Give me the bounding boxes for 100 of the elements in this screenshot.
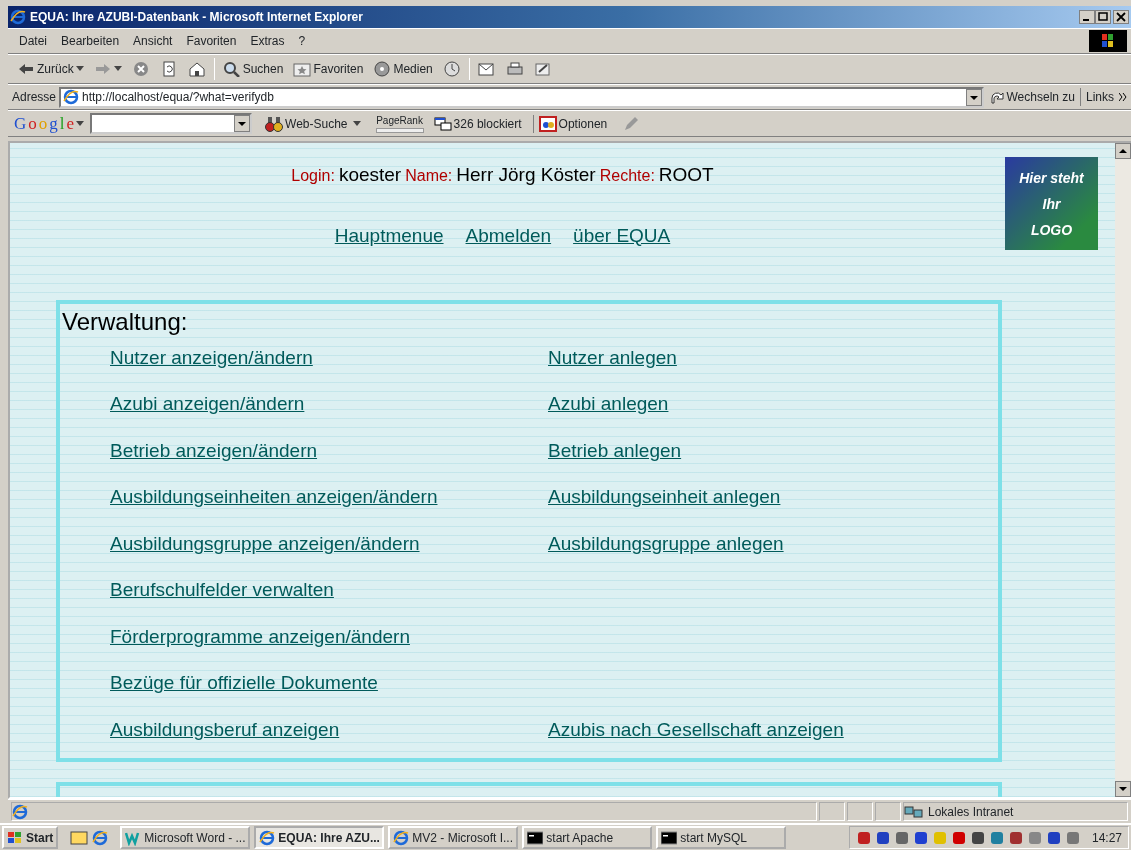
menu-item[interactable]: Bearbeiten <box>54 32 127 50</box>
nav-link[interactable]: über EQUA <box>573 221 671 250</box>
web-search-button[interactable]: Web-Suche <box>260 114 353 133</box>
tray-icon[interactable] <box>1064 829 1081 846</box>
tray-icon[interactable] <box>988 829 1005 846</box>
menu-item[interactable]: Extras <box>243 32 292 50</box>
menu-link[interactable]: Ausbildungsgruppe anlegen <box>548 529 784 559</box>
tray-icon[interactable] <box>950 829 967 846</box>
browser-icon <box>10 9 26 25</box>
field-label: Login: <box>291 166 335 186</box>
menu-link[interactable]: Berufschulfelder verwalten <box>110 576 548 605</box>
favorites-button[interactable]: Favoriten <box>288 60 369 78</box>
tray-icon[interactable] <box>893 829 910 846</box>
pagerank-meter: PageRank <box>370 114 429 133</box>
field-label: Rechte: <box>599 166 655 186</box>
menu-link[interactable]: Nutzer anlegen <box>548 343 677 373</box>
menu-link[interactable]: Förderprogramme anzeigen/ändern <box>110 622 548 652</box>
menu-item[interactable]: ? <box>291 32 313 50</box>
browser-icon[interactable] <box>92 829 109 846</box>
clock-icon[interactable] <box>442 61 461 77</box>
scroll-down-icon[interactable] <box>1115 781 1131 797</box>
menu-link[interactable]: Ausbildungseinheit anlegen <box>548 483 781 512</box>
browser-icon <box>393 829 410 846</box>
clock: 14:27 <box>1091 829 1122 847</box>
intranet-icon <box>904 803 924 820</box>
taskbar-button[interactable]: Microsoft Word - ... <box>120 826 251 849</box>
binoculars-icon <box>265 115 284 132</box>
home-icon[interactable] <box>187 61 206 77</box>
menu-link[interactable]: Azubis nach Gesellschaft anzeigen <box>548 715 844 745</box>
menu-link[interactable]: Ausbildungsgruppe anzeigen/ändern <box>110 529 548 559</box>
scrollbar[interactable] <box>1115 143 1131 797</box>
menu-link[interactable]: Azubi anlegen <box>548 390 669 419</box>
status-panel <box>875 802 901 821</box>
options-icon <box>538 115 557 132</box>
tray-icon[interactable] <box>855 829 872 846</box>
tray-icon[interactable] <box>1045 829 1062 846</box>
window-title: EQUA: Ihre AZUBI-Datenbank - Microsoft Internet Explorer <box>30 9 364 26</box>
nav-link[interactable]: Hauptmenue <box>334 221 444 250</box>
printer-icon[interactable] <box>505 61 524 77</box>
taskbar-button[interactable]: EQUA: Ihre AZU... <box>254 826 385 849</box>
minimize-icon[interactable] <box>1079 10 1095 24</box>
caret-icon[interactable] <box>113 66 122 72</box>
magnifier-icon <box>222 61 241 77</box>
menu-link[interactable]: Betrieb anlegen <box>548 436 682 466</box>
zone-label: Lokales Intranet <box>928 803 1014 821</box>
envelope-icon[interactable] <box>477 61 496 77</box>
popup-blocker-button[interactable]: 326 blockiert <box>428 114 527 133</box>
links-button[interactable]: Links <box>1080 88 1119 106</box>
go-button[interactable]: Wechseln zu <box>983 88 1080 106</box>
tray-icon[interactable] <box>969 829 986 846</box>
tray-icon[interactable] <box>912 829 929 846</box>
browser-icon <box>259 829 276 846</box>
caret-icon[interactable] <box>352 120 361 127</box>
start-button[interactable]: Start <box>2 826 59 849</box>
caret-icon[interactable] <box>75 66 84 72</box>
menu-link[interactable]: Nutzer anzeigen/ändern <box>110 343 548 373</box>
tray-icon[interactable] <box>1007 829 1024 846</box>
close-icon[interactable] <box>1113 10 1129 24</box>
back-button[interactable]: Zurück <box>12 60 89 78</box>
address-field[interactable]: http://localhost/equa/?what=verifydb <box>59 86 984 108</box>
windows-flag-icon <box>1089 30 1127 52</box>
back-arrow-icon <box>17 61 35 77</box>
menu-link[interactable]: Betrieb anzeigen/ändern <box>110 436 548 466</box>
status-panel <box>819 802 845 821</box>
options-button[interactable]: Optionen <box>532 114 613 133</box>
menu-item[interactable]: Favoriten <box>179 32 244 50</box>
stop-icon[interactable] <box>131 61 150 77</box>
menu-link[interactable]: Ausbildungsberuf anzeigen <box>110 715 548 745</box>
menu-link[interactable]: Azubi anzeigen/ändern <box>110 390 548 419</box>
status-panel <box>847 802 873 821</box>
menu-item[interactable]: Datei <box>12 32 54 50</box>
document-edit-icon[interactable] <box>533 61 552 77</box>
nav-link[interactable]: Abmelden <box>465 221 552 250</box>
menu-link[interactable]: Bezüge für offizielle Dokumente <box>110 669 548 698</box>
windows-flag-icon <box>7 830 23 845</box>
media-button[interactable]: Medien <box>368 60 438 78</box>
field-value: ROOT <box>658 163 714 187</box>
taskbar-button[interactable]: start Apache <box>522 826 653 849</box>
search-button[interactable]: Suchen <box>217 60 289 78</box>
field-value: koester <box>338 163 402 187</box>
console-icon <box>527 829 544 846</box>
go-arrow-icon <box>988 89 1005 105</box>
menu-link[interactable]: Ausbildungseinheiten anzeigen/ändern <box>110 483 548 512</box>
maximize-icon[interactable] <box>1095 10 1111 24</box>
taskbar-button[interactable]: MV2 - Microsoft I... <box>388 826 519 849</box>
tray-icon[interactable] <box>874 829 891 846</box>
address-label: Adresse <box>12 89 57 106</box>
search-field[interactable] <box>90 113 253 134</box>
chevron-icon[interactable] <box>1119 93 1127 101</box>
field-label: Name: <box>405 166 453 186</box>
star-folder-icon <box>293 61 312 77</box>
logo-badge: Hier steht Ihr LOGO <box>1005 157 1098 250</box>
console-icon <box>661 829 678 846</box>
scroll-up-icon[interactable] <box>1115 143 1131 159</box>
film-reel-icon <box>373 61 392 77</box>
taskbar-button[interactable]: start MySQL <box>656 826 787 849</box>
caret-icon[interactable] <box>76 120 85 127</box>
google-logo[interactable]: Google <box>12 110 77 137</box>
menu-item[interactable]: Ansicht <box>126 32 180 50</box>
field-value: Herr Jörg Köster <box>456 163 596 187</box>
